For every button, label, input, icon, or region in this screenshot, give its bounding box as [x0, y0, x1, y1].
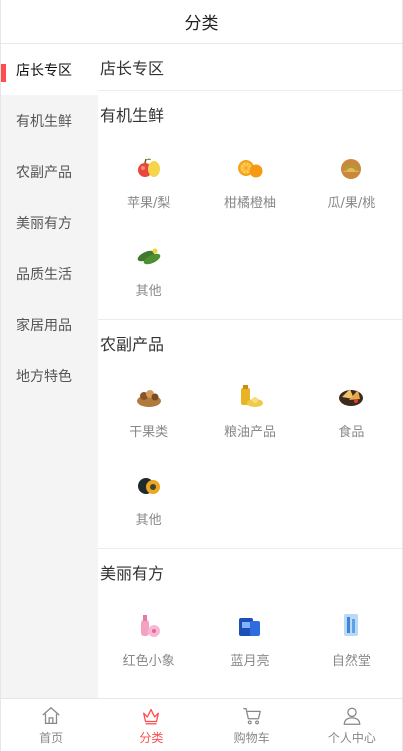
category-item-label: 干果类: [129, 424, 169, 440]
sidebar-item-quality-life[interactable]: 品质生活: [1, 248, 98, 299]
section-farm-products: 农副产品 干果类 粮油产品 食品 其他: [98, 320, 402, 549]
category-item-label: 苹果/梨: [126, 195, 171, 211]
sidebar-item-label: 地方特色: [16, 368, 72, 385]
food-icon: [339, 388, 364, 406]
cucumber-icon: [137, 248, 160, 264]
tab-label: 购物车: [233, 730, 270, 745]
category-item-chando[interactable]: 自然堂: [301, 595, 402, 683]
detergent-icon: [238, 617, 260, 636]
category-item-citrus[interactable]: 柑橘橙柚: [199, 137, 300, 225]
tab-category[interactable]: 分类: [101, 699, 201, 751]
header-bar: 分类: [1, 0, 402, 44]
user-icon: [343, 707, 361, 725]
sidebar-item-label: 美丽有方: [16, 215, 72, 232]
category-item-label: 粮油产品: [223, 424, 276, 440]
grain-oil-icon: [240, 384, 263, 407]
preserved-egg-icon: [137, 477, 160, 494]
section-beauty: 美丽有方 红色小象 蓝月亮 自然堂: [98, 549, 402, 698]
category-item-grain-oil[interactable]: 粮油产品: [199, 366, 300, 454]
tab-label: 首页: [39, 730, 64, 745]
cart-icon: [242, 707, 261, 724]
category-item-label: 蓝月亮: [230, 653, 270, 669]
section-manager-zone: 店长专区: [98, 44, 402, 91]
sidebar-item-farm-products[interactable]: 农副产品: [1, 146, 98, 197]
category-item-label: 其他: [135, 283, 162, 299]
category-item-label: 柑橘橙柚: [223, 195, 276, 211]
category-item-blue-moon[interactable]: 蓝月亮: [199, 595, 300, 683]
category-sidebar: 店长专区 有机生鲜 农副产品 美丽有方 品质生活 家居用品 地方特色: [1, 44, 98, 698]
tab-home[interactable]: 首页: [1, 699, 101, 751]
pink-bottle-icon: [140, 614, 160, 637]
sidebar-item-label: 家居用品: [16, 317, 72, 334]
category-item-other-fresh[interactable]: 其他: [98, 225, 199, 313]
dried-fruit-icon: [136, 389, 161, 407]
sidebar-item-home-goods[interactable]: 家居用品: [1, 299, 98, 350]
category-item-partial-3[interactable]: [301, 683, 402, 698]
category-item-apple-pear[interactable]: 苹果/梨: [98, 137, 199, 225]
tab-label: 分类: [139, 730, 164, 745]
crown-icon: [143, 708, 160, 724]
home-icon: [42, 706, 60, 724]
skincare-set-icon: [344, 613, 359, 636]
section-title: 农副产品: [100, 335, 165, 354]
sidebar-item-label: 品质生活: [16, 266, 72, 283]
tab-cart[interactable]: 购物车: [202, 699, 302, 751]
tab-label: 个人中心: [327, 730, 376, 745]
tab-profile[interactable]: 个人中心: [302, 699, 402, 751]
category-content: 店长专区 有机生鲜 苹果/梨 柑橘橙柚 瓜/果/桃 其他 农副产品 干果类 粮油…: [98, 44, 402, 698]
section-title: 有机生鲜: [100, 106, 165, 125]
section-title: 美丽有方: [100, 564, 165, 583]
sidebar-item-label: 店长专区: [16, 62, 72, 79]
sidebar-item-beauty[interactable]: 美丽有方: [1, 197, 98, 248]
category-item-red-elephant[interactable]: 红色小象: [98, 595, 199, 683]
category-item-label: 食品: [338, 424, 365, 440]
category-item-label: 自然堂: [331, 653, 371, 669]
category-item-label: 瓜/果/桃: [327, 195, 376, 211]
sidebar-item-organic-fresh[interactable]: 有机生鲜: [1, 95, 98, 146]
category-item-other-farm[interactable]: 其他: [98, 454, 199, 542]
sidebar-item-manager-zone[interactable]: 店长专区: [1, 44, 98, 95]
category-item-partial-1[interactable]: [98, 683, 199, 698]
melon-icon: [341, 158, 362, 179]
section-organic-fresh: 有机生鲜 苹果/梨 柑橘橙柚 瓜/果/桃 其他: [98, 91, 402, 320]
category-item-partial-2[interactable]: [199, 683, 300, 698]
page-title: 分类: [184, 14, 219, 34]
category-item-melon-peach[interactable]: 瓜/果/桃: [301, 137, 402, 225]
category-page: 分类 店长专区 有机生鲜 农副产品 美丽有方 品质生活 家居用品 地方特色 店长…: [0, 0, 403, 751]
category-item-label: 其他: [135, 512, 162, 528]
category-item-label: 红色小象: [122, 653, 175, 669]
sidebar-item-label: 有机生鲜: [16, 113, 72, 130]
sidebar-item-label: 农副产品: [16, 164, 72, 181]
category-item-dried-fruit[interactable]: 干果类: [98, 366, 199, 454]
citrus-icon: [237, 159, 263, 177]
category-item-food[interactable]: 食品: [301, 366, 402, 454]
sidebar-item-local-specialty[interactable]: 地方特色: [1, 350, 98, 401]
section-title: 店长专区: [100, 59, 165, 78]
apple-pear-icon: [137, 158, 160, 177]
bottom-tab-bar: 首页 分类 购物车 个人中心: [1, 698, 402, 751]
